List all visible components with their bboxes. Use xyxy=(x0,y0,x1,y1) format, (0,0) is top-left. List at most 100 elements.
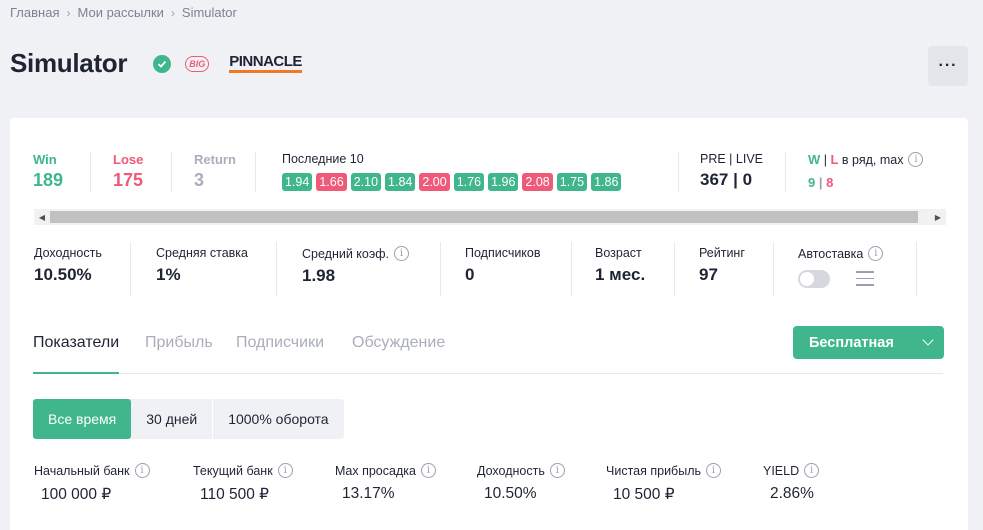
breadcrumb-home[interactable]: Главная xyxy=(10,5,59,20)
last10-label: Последние 10 xyxy=(282,152,364,166)
streak-stat: W | L в ряд, max i 9 | 8 xyxy=(808,152,924,190)
info-icon[interactable]: i xyxy=(277,463,293,478)
pre-live-label: PRE | LIVE xyxy=(700,152,763,166)
avg-odds-metric: Средний коэф. i 1.98 xyxy=(302,246,409,286)
yield-pct-stat: YIELD i 2.86% xyxy=(763,463,820,503)
avg-stake-label: Средняя ставка xyxy=(156,246,248,260)
last-result-chip: 1.75 xyxy=(556,173,588,191)
tab-indicators[interactable]: Показатели xyxy=(33,334,120,374)
last-result-chip: 2.08 xyxy=(522,173,553,191)
breadcrumb-current: Simulator xyxy=(181,5,237,20)
yield-pct-label-row: YIELD i xyxy=(763,463,820,478)
last-result-chip: 1.86 xyxy=(591,173,622,191)
streak-l-value: 8 xyxy=(826,175,834,190)
rating-value: 97 xyxy=(699,265,718,284)
max-drawdown-value: 13.17% xyxy=(342,485,395,502)
plan-dropdown-button[interactable]: Бесплатная xyxy=(793,326,944,359)
period-all-time[interactable]: Все время xyxy=(33,399,132,439)
max-drawdown-stat: Max просадка i 13.17% xyxy=(335,463,436,503)
last10-chips: 1.94 1.66 2.10 1.84 2.00 1.76 1.96 2.08 1.75 1.86 xyxy=(282,173,625,191)
period-1000-turnover[interactable]: 1000% оборота xyxy=(212,399,343,439)
subscribers-label: Подписчиков xyxy=(465,246,541,260)
return-stat: Return 3 xyxy=(194,152,236,191)
divider xyxy=(171,152,172,192)
page-title: Simulator xyxy=(10,48,128,78)
bank-yield-stat: Доходность i 10.50% xyxy=(477,463,565,503)
breadcrumb-my-mailings[interactable]: Мои рассылки xyxy=(77,5,163,20)
info-icon[interactable]: i xyxy=(868,246,884,261)
lose-value: 175 xyxy=(113,170,144,190)
divider xyxy=(255,152,256,192)
avg-odds-label: Средний коэф. xyxy=(302,246,389,261)
current-bank-value: 110 500 ₽ xyxy=(200,486,270,503)
subscribers-value: 0 xyxy=(465,265,475,284)
info-icon[interactable]: i xyxy=(420,463,436,478)
info-icon[interactable]: i xyxy=(804,463,820,478)
chevron-down-icon xyxy=(922,334,934,346)
more-options-button[interactable]: ··· xyxy=(928,46,968,86)
divider xyxy=(90,152,91,192)
win-stat: Win 189 xyxy=(33,152,63,191)
lose-stat: Lose 175 xyxy=(113,152,143,191)
scroll-thumb[interactable] xyxy=(50,211,918,223)
net-profit-value: 10 500 ₽ xyxy=(613,486,675,503)
bank-yield-label: Доходность xyxy=(477,463,545,478)
avg-stake-value: 1% xyxy=(156,265,181,284)
tab-discussion[interactable]: Обсуждение xyxy=(352,334,445,374)
return-label: Return xyxy=(194,152,236,167)
autobet-toggle[interactable] xyxy=(798,270,830,288)
streak-label: W | L в ряд, max i xyxy=(808,152,924,167)
subscribers-metric: Подписчиков 0 xyxy=(465,246,541,285)
last-result-chip: 1.94 xyxy=(282,173,313,191)
last-result-chip: 2.10 xyxy=(350,173,382,191)
rating-label: Рейтинг xyxy=(699,246,745,260)
divider xyxy=(130,242,131,296)
info-icon[interactable]: i xyxy=(549,463,565,478)
plan-dropdown-label: Бесплатная xyxy=(809,334,894,351)
period-30-days[interactable]: 30 дней xyxy=(131,399,212,439)
avg-stake-metric: Средняя ставка 1% xyxy=(156,246,248,285)
net-profit-label: Чистая прибыль xyxy=(606,463,701,478)
tab-profit[interactable]: Прибыль xyxy=(145,334,213,374)
max-drawdown-label-row: Max просадка i xyxy=(335,463,436,478)
info-icon[interactable]: i xyxy=(134,463,150,478)
bookmaker-logo: PINNACLE xyxy=(229,54,302,73)
divider xyxy=(571,242,572,296)
streak-l-label: L xyxy=(830,152,839,167)
horizontal-scrollbar[interactable]: ◀ ▶ xyxy=(34,209,946,225)
pre-live-stat: PRE | LIVE 367 | 0 xyxy=(700,152,763,190)
streak-sep-label: | xyxy=(820,152,831,167)
scroll-left-arrow-icon[interactable]: ◀ xyxy=(34,209,50,225)
chevron-right-icon: › xyxy=(66,5,71,20)
autobet-metric: Автоставка i xyxy=(798,246,918,302)
divider xyxy=(773,242,774,296)
current-bank-label: Текущий банк xyxy=(193,463,273,478)
list-settings-icon[interactable] xyxy=(856,271,874,291)
big-badge: BIG xyxy=(185,55,210,72)
info-icon[interactable]: i xyxy=(706,463,721,478)
stats-card: Win 189 Lose 175 Return 3 Последние 10 1… xyxy=(10,118,968,530)
age-metric: Возраст 1 мес. xyxy=(595,246,645,285)
start-bank-value: 100 000 ₽ xyxy=(41,486,112,503)
age-label: Возраст xyxy=(595,246,642,260)
last-result-chip: 1.84 xyxy=(385,173,416,191)
lose-label: Lose xyxy=(113,152,144,167)
chevron-right-icon: › xyxy=(170,5,175,20)
autobet-label-row: Автоставка i xyxy=(798,246,918,261)
bank-yield-value: 10.50% xyxy=(484,485,537,502)
info-icon[interactable]: i xyxy=(394,246,409,261)
win-label: Win xyxy=(33,152,57,167)
divider xyxy=(276,242,277,296)
last-result-chip: 1.96 xyxy=(488,173,519,191)
autobet-label: Автоставка xyxy=(798,246,864,261)
return-value: 3 xyxy=(194,170,205,190)
tab-subscribers[interactable]: Подписчики xyxy=(236,334,324,374)
yield-pct-label: YIELD xyxy=(763,463,800,478)
info-icon[interactable]: i xyxy=(908,152,924,167)
streak-value: 9 | 8 xyxy=(808,175,923,190)
scroll-right-arrow-icon[interactable]: ▶ xyxy=(930,209,946,225)
pre-live-value: 367 | 0 xyxy=(700,170,753,189)
net-profit-label-row: Чистая прибыль i xyxy=(606,463,721,478)
net-profit-stat: Чистая прибыль i 10 500 ₽ xyxy=(606,463,721,504)
last-result-chip: 1.66 xyxy=(316,173,347,191)
